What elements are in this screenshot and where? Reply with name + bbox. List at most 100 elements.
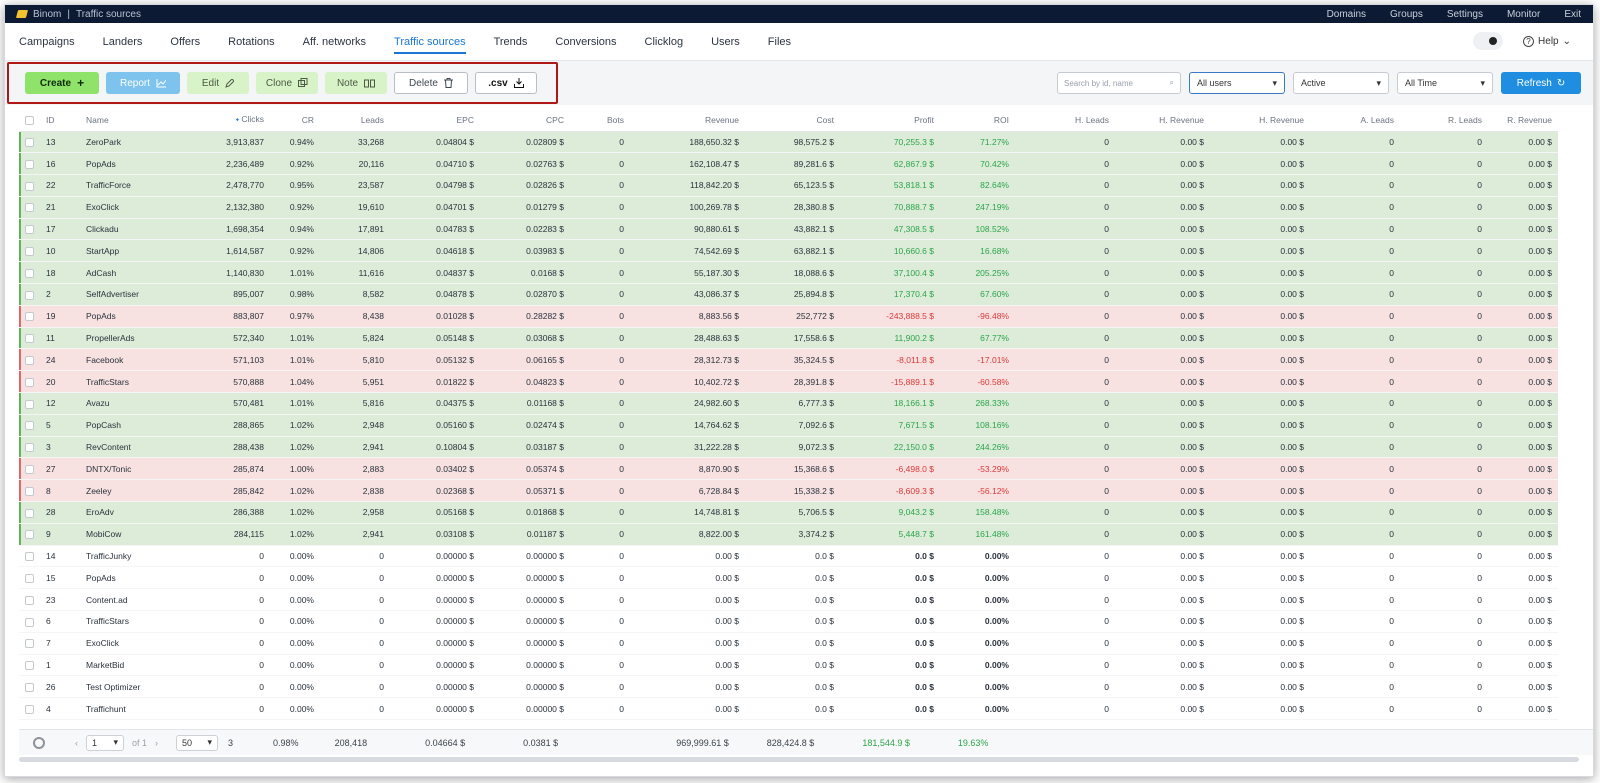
- cell-name[interactable]: Avazu: [80, 392, 190, 415]
- table-row[interactable]: 16 PopAds 2,236,489 0.92% 20,116 0.04710 $0.0…: [19, 152, 1558, 176]
- row-checkbox[interactable]: [19, 566, 40, 590]
- users-select[interactable]: All users ▾: [1189, 72, 1285, 94]
- row-checkbox[interactable]: [19, 654, 40, 677]
- tab-users[interactable]: Users: [711, 24, 740, 60]
- help-menu[interactable]: ? Help ⌄: [1523, 35, 1571, 47]
- cell-name[interactable]: MobiCow: [80, 523, 190, 546]
- table-row[interactable]: 9 MobiCow 284,115 1.02% 2,941 0.03108 $0.0118…: [19, 523, 1558, 546]
- row-checkbox[interactable]: [19, 501, 40, 524]
- cell-name[interactable]: ZeroPark: [80, 131, 190, 154]
- row-checkbox[interactable]: [19, 632, 40, 655]
- status-select[interactable]: Active ▾: [1293, 72, 1389, 94]
- row-checkbox[interactable]: [19, 327, 40, 350]
- col-a-leads[interactable]: A. Leads: [1310, 109, 1400, 132]
- table-row[interactable]: 17 Clickadu 1,698,354 0.94% 17,891 0.04783 $0…: [19, 218, 1558, 241]
- cell-name[interactable]: DNTX/Tonic: [80, 457, 190, 481]
- cell-name[interactable]: TrafficStars: [80, 610, 190, 633]
- tab-conversions[interactable]: Conversions: [555, 24, 616, 60]
- col-revenue[interactable]: Revenue: [630, 109, 745, 132]
- per-page-select[interactable]: 50 ▾: [176, 734, 219, 751]
- cell-name[interactable]: MarketBid: [80, 654, 190, 677]
- table-row[interactable]: 7 ExoClick 0 0.00% 0 0.00000 $0.00000 $0 0.00 …: [19, 632, 1558, 655]
- col-bots[interactable]: Bots: [570, 109, 630, 132]
- cell-name[interactable]: PopAds: [80, 566, 190, 590]
- col-r-leads[interactable]: R. Leads: [1400, 109, 1488, 132]
- page-select[interactable]: 1 ▾: [86, 734, 124, 751]
- table-row[interactable]: 18 AdCash 1,140,830 1.01% 11,616 0.04837 $0.0…: [19, 261, 1558, 285]
- table-row[interactable]: 11 PropellerAds 572,340 1.01% 5,824 0.05148 $…: [19, 327, 1558, 350]
- brand[interactable]: Binom | Traffic sources: [15, 9, 141, 20]
- col-cr[interactable]: CR: [270, 109, 320, 132]
- cell-name[interactable]: Zeeley: [80, 479, 190, 503]
- row-checkbox[interactable]: [19, 152, 40, 176]
- row-checkbox[interactable]: [19, 239, 40, 263]
- tab-traffic-sources[interactable]: Traffic sources: [394, 24, 466, 60]
- table-row[interactable]: 8 Zeeley 285,842 1.02% 2,838 0.02368 $0.05371…: [19, 479, 1558, 503]
- row-checkbox[interactable]: [19, 218, 40, 241]
- table-row[interactable]: 20 TrafficStars 570,888 1.04% 5,951 0.01822 $…: [19, 370, 1558, 394]
- table-row[interactable]: 4 Traffichunt 0 0.00% 0 0.00000 $0.00000 $0 0.…: [19, 697, 1558, 721]
- table-row[interactable]: 3 RevContent 288,438 1.02% 2,941 0.10804 $0.0…: [19, 436, 1558, 459]
- table-row[interactable]: 5 PopCash 288,865 1.02% 2,948 0.05160 $0.0247…: [19, 414, 1558, 437]
- col-cost[interactable]: Cost: [745, 109, 840, 132]
- col-profit[interactable]: Profit: [840, 109, 940, 132]
- tab-rotations[interactable]: Rotations: [228, 24, 274, 60]
- row-checkbox[interactable]: [19, 436, 40, 459]
- row-checkbox[interactable]: [19, 196, 40, 219]
- row-checkbox[interactable]: [19, 588, 40, 612]
- table-row[interactable]: 1 MarketBid 0 0.00% 0 0.00000 $0.00000 $0 0.00…: [19, 654, 1558, 677]
- cell-name[interactable]: ExoClick: [80, 196, 190, 219]
- cell-name[interactable]: PopCash: [80, 414, 190, 437]
- cell-name[interactable]: PopAds: [80, 305, 190, 328]
- row-checkbox[interactable]: [19, 457, 40, 481]
- horizontal-scrollbar[interactable]: [19, 757, 1579, 762]
- tab-offers[interactable]: Offers: [170, 24, 200, 60]
- cell-name[interactable]: EroAdv: [80, 501, 190, 524]
- cell-name[interactable]: AdCash: [80, 261, 190, 285]
- row-checkbox[interactable]: [19, 261, 40, 285]
- cell-name[interactable]: ExoClick: [80, 632, 190, 655]
- table-row[interactable]: 12 Avazu 570,481 1.01% 5,816 0.04375 $0.01168…: [19, 392, 1558, 415]
- tab-trends[interactable]: Trends: [494, 24, 528, 60]
- row-checkbox[interactable]: [19, 610, 40, 633]
- top-menu-monitor[interactable]: Monitor: [1507, 9, 1540, 20]
- col-clicks[interactable]: ⬩ Clicks: [190, 109, 270, 132]
- row-checkbox[interactable]: [19, 131, 40, 154]
- row-checkbox[interactable]: [19, 414, 40, 437]
- table-row[interactable]: 24 Facebook 571,103 1.01% 5,810 0.05132 $0.06…: [19, 348, 1558, 372]
- select-all-checkbox[interactable]: [19, 109, 40, 132]
- cell-name[interactable]: TrafficForce: [80, 174, 190, 197]
- col-id[interactable]: ID: [40, 109, 80, 132]
- row-checkbox[interactable]: [19, 545, 40, 568]
- row-checkbox[interactable]: [19, 348, 40, 372]
- row-checkbox[interactable]: [19, 697, 40, 721]
- top-menu-settings[interactable]: Settings: [1447, 9, 1483, 20]
- row-checkbox[interactable]: [19, 392, 40, 415]
- table-row[interactable]: 21 ExoClick 2,132,380 0.92% 19,610 0.04701 $0…: [19, 196, 1558, 219]
- top-menu-exit[interactable]: Exit: [1564, 9, 1581, 20]
- row-checkbox[interactable]: [19, 479, 40, 503]
- cell-name[interactable]: Clickadu: [80, 218, 190, 241]
- tab-aff-networks[interactable]: Aff. networks: [303, 24, 366, 60]
- cell-name[interactable]: PropellerAds: [80, 327, 190, 350]
- row-checkbox[interactable]: [19, 523, 40, 546]
- cell-name[interactable]: StartApp: [80, 239, 190, 263]
- prev-page-icon[interactable]: ‹: [75, 738, 78, 748]
- col-h-revenue-2[interactable]: H. Revenue: [1210, 109, 1310, 132]
- col-h-leads[interactable]: H. Leads: [1015, 109, 1115, 132]
- cell-name[interactable]: PopAds: [80, 152, 190, 176]
- cell-name[interactable]: TrafficJunky: [80, 545, 190, 568]
- table-row[interactable]: 22 TrafficForce 2,478,770 0.95% 23,587 0.0479…: [19, 174, 1558, 197]
- row-checkbox[interactable]: [19, 675, 40, 699]
- top-menu-groups[interactable]: Groups: [1390, 9, 1423, 20]
- table-row[interactable]: 27 DNTX/Tonic 285,874 1.00% 2,883 0.03402 $0.…: [19, 457, 1558, 481]
- cell-name[interactable]: RevContent: [80, 436, 190, 459]
- tab-clicklog[interactable]: Clicklog: [645, 24, 684, 60]
- tab-landers[interactable]: Landers: [103, 24, 143, 60]
- col-name[interactable]: Name: [80, 109, 190, 132]
- tab-campaigns[interactable]: Campaigns: [19, 24, 75, 60]
- cell-name[interactable]: TrafficStars: [80, 370, 190, 394]
- top-menu-domains[interactable]: Domains: [1327, 9, 1366, 20]
- refresh-button[interactable]: Refresh ↻: [1501, 72, 1581, 94]
- cell-name[interactable]: Facebook: [80, 348, 190, 372]
